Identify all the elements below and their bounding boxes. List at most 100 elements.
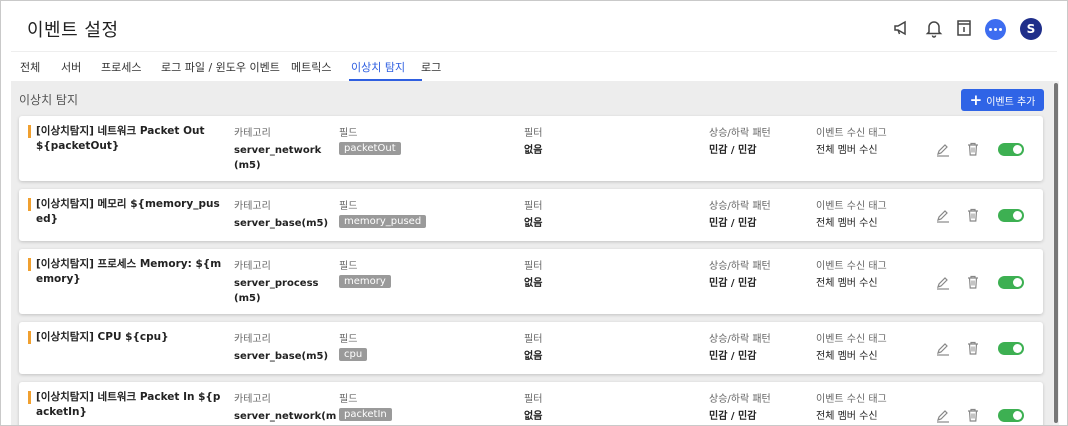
pattern-value: 민감 / 민감 — [709, 278, 757, 289]
header: 이벤트 설정 S — [1, 1, 1067, 51]
chat-icon[interactable] — [985, 19, 1006, 40]
tag-value: 전체 멤버 수신 — [816, 278, 878, 289]
category-label: 카테고리 — [234, 261, 271, 272]
category-label: 카테고리 — [234, 394, 271, 405]
filter-label: 필터 — [524, 394, 543, 405]
info-panel-icon[interactable] — [953, 17, 975, 39]
row-marker — [28, 391, 31, 404]
pattern-value: 민감 / 민감 — [709, 351, 757, 362]
filter-label: 필터 — [524, 261, 543, 272]
pattern-label: 상승/하락 패턴 — [709, 334, 771, 345]
tab-all[interactable]: 전체 — [20, 59, 40, 75]
tab-metrics[interactable]: 메트릭스 — [291, 59, 331, 75]
field-chip: cpu — [339, 348, 368, 361]
tab-log[interactable]: 로그 — [421, 59, 441, 75]
event-row[interactable]: [이상치탐지] CPU ${cpu} 카테고리 server_base(m5) … — [19, 322, 1043, 374]
delete-icon[interactable] — [965, 207, 981, 223]
pattern-label: 상승/하락 패턴 — [709, 261, 771, 272]
bell-icon[interactable] — [923, 17, 945, 39]
tag-value: 전체 멤버 수신 — [816, 218, 878, 229]
tab-bar: 전체 서버 프로세스 로그 파일 / 윈도우 이벤트 메트릭스 이상치 탐지 로… — [11, 51, 1057, 81]
field-label: 필드 — [339, 261, 358, 272]
field-chip: memory_pused — [339, 215, 427, 228]
edit-icon[interactable] — [935, 275, 951, 291]
field-chip: packetIn — [339, 408, 392, 421]
plus-icon: + — [969, 90, 983, 109]
app-window: 이벤트 설정 S 전체 서버 프로세스 로그 파일 / 윈도우 이벤트 메트릭스… — [0, 0, 1068, 426]
pattern-value: 민감 / 민감 — [709, 218, 757, 229]
category-value: server_network(m — [234, 411, 337, 422]
enable-toggle[interactable] — [998, 276, 1024, 289]
event-name: [이상치탐지] 네트워크 Packet Out ${packetOut} — [36, 125, 205, 152]
scrollbar-thumb[interactable] — [1054, 83, 1058, 423]
pattern-label: 상승/하락 패턴 — [709, 201, 771, 212]
event-name: [이상치탐지] 네트워크 Packet In ${packetIn} — [36, 391, 221, 418]
tag-label: 이벤트 수신 태그 — [816, 334, 887, 345]
pattern-label: 상승/하락 패턴 — [709, 394, 771, 405]
field-label: 필드 — [339, 201, 358, 212]
event-name: [이상치탐지] CPU ${cpu} — [36, 331, 169, 343]
event-row[interactable]: [이상치탐지] 메모리 ${memory_pused} 카테고리 server_… — [19, 189, 1043, 241]
category-value: server_network(m5) — [234, 145, 322, 171]
category-value: server_base(m5) — [234, 218, 329, 229]
category-value: server_process(m5) — [234, 278, 319, 304]
event-row[interactable]: [이상치탐지] 프로세스 Memory: ${memory} 카테고리 serv… — [19, 249, 1043, 314]
category-value: server_base(m5) — [234, 351, 329, 362]
main-content: 이상치 탐지 + 이벤트 추가 [이상치탐지] 네트워크 Packet Out … — [11, 81, 1053, 425]
delete-icon[interactable] — [965, 340, 981, 356]
edit-icon[interactable] — [935, 341, 951, 357]
tab-process[interactable]: 프로세스 — [101, 59, 141, 75]
megaphone-icon[interactable] — [891, 17, 913, 39]
field-chip: packetOut — [339, 142, 401, 155]
edit-icon[interactable] — [935, 208, 951, 224]
edit-icon[interactable] — [935, 408, 951, 424]
edit-icon[interactable] — [935, 142, 951, 158]
tag-label: 이벤트 수신 태그 — [816, 128, 887, 139]
filter-label: 필터 — [524, 201, 543, 212]
row-marker — [28, 198, 31, 211]
event-name: [이상치탐지] 메모리 ${memory_pused} — [36, 198, 220, 225]
pattern-value: 민감 / 민감 — [709, 411, 757, 422]
event-name: [이상치탐지] 프로세스 Memory: ${memory} — [36, 258, 222, 285]
category-label: 카테고리 — [234, 201, 271, 212]
tag-label: 이벤트 수신 태그 — [816, 394, 887, 405]
enable-toggle[interactable] — [998, 209, 1024, 222]
tag-value: 전체 멤버 수신 — [816, 145, 878, 156]
enable-toggle[interactable] — [998, 143, 1024, 156]
filter-value: 없음 — [524, 351, 543, 362]
section-title: 이상치 탐지 — [19, 93, 79, 107]
tag-label: 이벤트 수신 태그 — [816, 201, 887, 212]
pattern-value: 민감 / 민감 — [709, 145, 757, 156]
event-row[interactable]: [이상치탐지] 네트워크 Packet Out ${packetOut} 카테고… — [19, 116, 1043, 181]
filter-value: 없음 — [524, 218, 543, 229]
tab-server[interactable]: 서버 — [61, 59, 81, 75]
field-label: 필드 — [339, 334, 358, 345]
filter-label: 필터 — [524, 334, 543, 345]
field-chip: memory — [339, 275, 391, 288]
delete-icon[interactable] — [965, 274, 981, 290]
tag-label: 이벤트 수신 태그 — [816, 261, 887, 272]
row-marker — [28, 331, 31, 344]
delete-icon[interactable] — [965, 407, 981, 423]
event-row[interactable]: [이상치탐지] 네트워크 Packet In ${packetIn} 카테고리 … — [19, 382, 1043, 425]
row-marker — [28, 125, 31, 138]
avatar[interactable]: S — [1020, 18, 1042, 40]
tab-logfile-windows-event[interactable]: 로그 파일 / 윈도우 이벤트 — [161, 59, 280, 75]
pattern-label: 상승/하락 패턴 — [709, 128, 771, 139]
scrollbar[interactable] — [1053, 81, 1059, 425]
add-event-label: 이벤트 추가 — [986, 96, 1036, 108]
field-label: 필드 — [339, 128, 358, 139]
delete-icon[interactable] — [965, 141, 981, 157]
category-label: 카테고리 — [234, 128, 271, 139]
tag-value: 전체 멤버 수신 — [816, 411, 878, 422]
filter-value: 없음 — [524, 145, 543, 156]
filter-value: 없음 — [524, 278, 543, 289]
filter-label: 필터 — [524, 128, 543, 139]
tab-anomaly-detection[interactable]: 이상치 탐지 — [351, 59, 405, 75]
page-title: 이벤트 설정 — [27, 20, 119, 41]
field-label: 필드 — [339, 394, 358, 405]
tag-value: 전체 멤버 수신 — [816, 351, 878, 362]
enable-toggle[interactable] — [998, 342, 1024, 355]
enable-toggle[interactable] — [998, 409, 1024, 422]
add-event-button[interactable]: + 이벤트 추가 — [961, 89, 1044, 111]
